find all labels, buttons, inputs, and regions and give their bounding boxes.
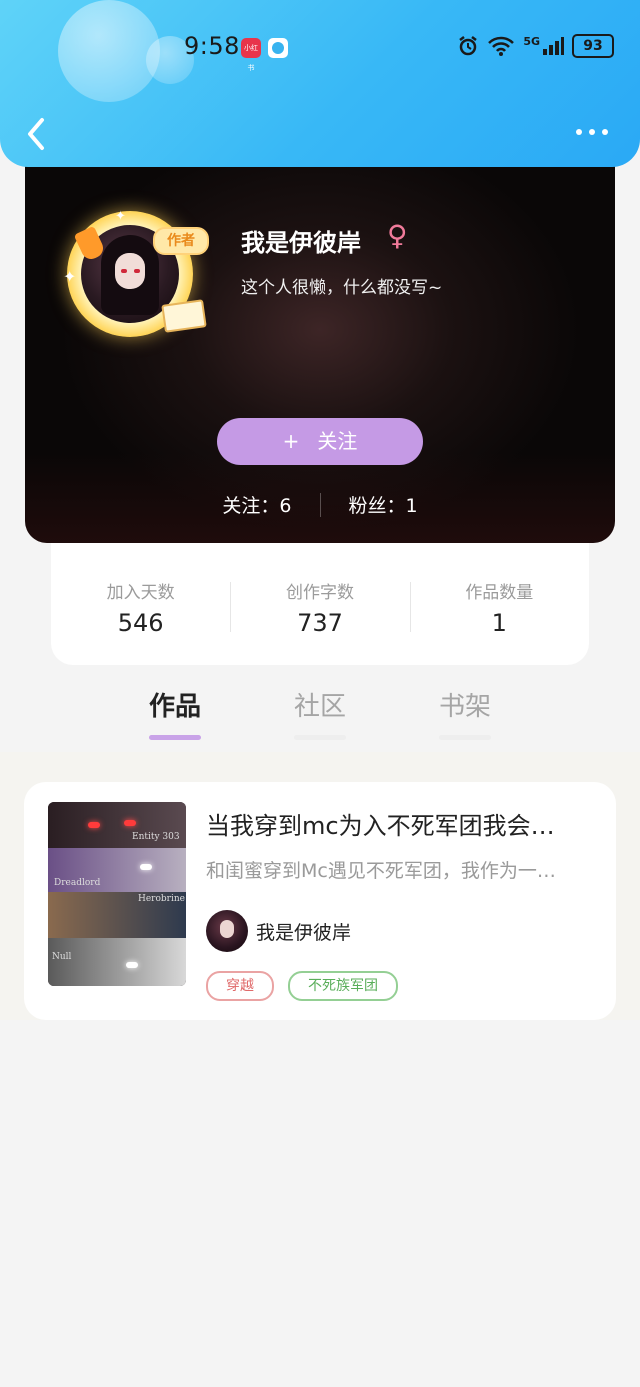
author-name: 我是伊彼岸 [256,921,352,944]
sparkle-icon: ✦ [115,209,126,224]
profile-card: ✦ ✦ 作者 我是伊彼岸 ♀ 这个人很懒，什么都没写~ + 关注 关注：6 粉丝：… [25,155,615,543]
divider [319,492,321,517]
stat-value: 1 [491,608,507,637]
tab-indicator [149,735,201,740]
tab-label: 作品 [148,692,201,722]
decorative-bubble [58,0,160,102]
stat-value: 737 [297,608,343,637]
book-decoration-icon [161,299,207,333]
work-description: 和闺蜜穿到Mc遇见不死军团，我作为一… [206,860,556,882]
tab-label: 社区 [293,692,346,722]
work-tags: 穿越 不死族军团 [206,971,398,1001]
xiaohongshu-notification-icon: 小红书 [241,38,261,72]
book-cover: Entity 303 Dreadlord Herobrine Null [48,802,186,986]
top-header: 9:58 小红书 5G 93 [0,0,640,167]
alarm-icon [459,36,478,56]
app-notification-icon [268,38,288,58]
wifi-icon [488,36,515,56]
stat-value: 546 [117,608,164,637]
follow-button[interactable]: + 关注 [217,418,423,465]
follow-counts: 关注：6 粉丝：1 [25,491,615,518]
avatar[interactable]: ✦ ✦ 作者 [63,207,209,352]
work-title[interactable]: 当我穿到mc为入不死军团我会… [206,806,596,841]
profile-bio: 这个人很懒，什么都没写~ [241,278,443,298]
battery-indicator: 93 [572,34,614,58]
work-card[interactable]: Entity 303 Dreadlord Herobrine Null 当我穿到… [24,782,616,1020]
more-dots-icon [576,129,582,135]
work-author[interactable]: 我是伊彼岸 [206,910,351,952]
stat-word-count: 创作字数 737 [230,572,409,637]
author-badge: 作者 [153,227,209,255]
followers-count[interactable]: 粉丝：1 [349,491,418,518]
stat-label: 作品数量 [465,582,534,603]
cover-text: Entity 303 [132,832,180,842]
status-time: 9:58 [184,32,240,60]
tab-label: 书架 [438,692,491,722]
status-icons: 5G 93 [457,34,614,58]
more-options-button[interactable] [576,122,612,142]
tag-chip[interactable]: 穿越 [206,971,274,1001]
tag-chip[interactable]: 不死族军团 [288,971,398,1001]
cover-text: Null [52,952,72,962]
signal-icon [543,37,564,55]
content-tabs: 作品 社区 书架 [0,680,640,750]
stats-card: 加入天数 546 创作字数 737 作品数量 1 [51,543,589,665]
follow-button-label: 关注 [317,429,358,453]
network-type: 5G [523,34,540,48]
tab-community[interactable]: 社区 [275,686,365,740]
back-chevron-icon [28,118,44,150]
profile-name: 我是伊彼岸 [241,229,361,257]
tab-works[interactable]: 作品 [130,686,220,740]
cover-text: Dreadlord [54,878,101,888]
stat-label: 创作字数 [285,582,354,603]
author-avatar [206,910,248,952]
tab-indicator [294,735,346,740]
female-gender-icon: ♀ [387,219,408,252]
tab-indicator [439,735,491,740]
stat-join-days: 加入天数 546 [51,572,230,637]
back-button[interactable] [20,112,52,156]
app-icon-label: 小红书 [244,44,258,72]
stat-works-count: 作品数量 1 [409,572,589,637]
stat-label: 加入天数 [106,582,175,603]
cover-text: Herobrine [138,894,185,904]
following-count[interactable]: 关注：6 [222,491,291,518]
sparkle-icon: ✦ [63,267,77,286]
tab-bookshelf[interactable]: 书架 [420,686,510,740]
plus-icon: + [282,429,300,453]
